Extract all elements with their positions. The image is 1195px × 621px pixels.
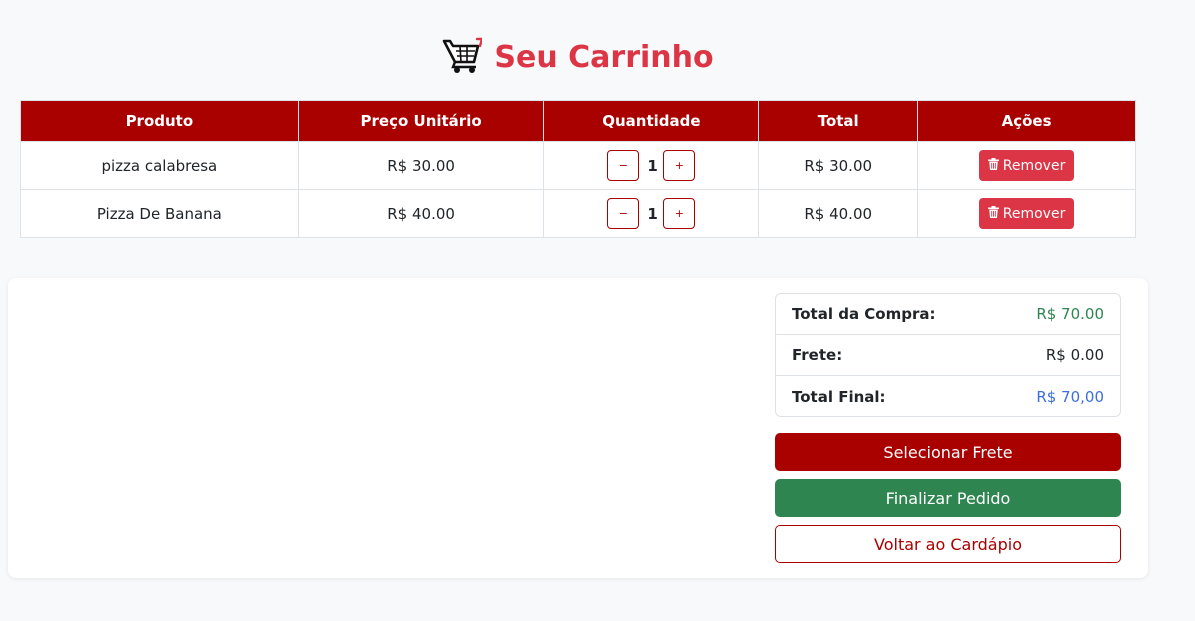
order-summary: Total da Compra: R$ 70.00 Frete: R$ 0.00… xyxy=(775,293,1121,417)
quantity-stepper: − 1 + xyxy=(607,198,696,229)
final-total-value: R$ 70,00 xyxy=(1036,387,1104,406)
subtotal-label: Total da Compra: xyxy=(792,305,936,323)
select-shipping-button[interactable]: Selecionar Frete xyxy=(775,433,1121,471)
finish-order-button[interactable]: Finalizar Pedido xyxy=(775,479,1121,517)
decrease-quantity-button[interactable]: − xyxy=(607,198,640,229)
page-title: Seu Carrinho xyxy=(494,39,714,75)
remove-button[interactable]: Remover xyxy=(978,150,1075,181)
shipping-value: R$ 0.00 xyxy=(1045,346,1104,364)
column-header-product: Produto xyxy=(20,100,299,142)
shipping-label: Frete: xyxy=(792,346,843,364)
row-total: R$ 40.00 xyxy=(758,189,919,238)
quantity-cell: − 1 + xyxy=(543,141,760,190)
unit-price: R$ 30.00 xyxy=(297,141,545,190)
product-name: Pizza De Banana xyxy=(20,189,299,238)
actions-cell: Remover xyxy=(917,189,1136,238)
summary-row-subtotal: Total da Compra: R$ 70.00 xyxy=(776,294,1120,335)
column-header-quantity: Quantidade xyxy=(543,100,760,142)
table-row: Pizza De Banana R$ 40.00 − 1 + R$ 40.00 … xyxy=(20,189,1136,238)
quantity-stepper: − 1 + xyxy=(607,150,696,181)
actions-cell: Remover xyxy=(917,141,1136,190)
summary-row-shipping: Frete: R$ 0.00 xyxy=(776,335,1120,376)
table-row: pizza calabresa R$ 30.00 − 1 + R$ 30.00 … xyxy=(20,141,1136,190)
quantity-value: 1 xyxy=(647,204,658,223)
shopping-cart-icon xyxy=(442,36,484,78)
final-total-label: Total Final: xyxy=(792,387,886,406)
column-header-total: Total xyxy=(758,100,919,142)
page-header: Seu Carrinho xyxy=(0,36,1156,78)
back-to-menu-button[interactable]: Voltar ao Cardápio xyxy=(775,525,1121,563)
product-name: pizza calabresa xyxy=(20,141,299,190)
remove-label: Remover xyxy=(1002,157,1066,174)
decrease-quantity-button[interactable]: − xyxy=(607,150,640,181)
increase-quantity-button[interactable]: + xyxy=(663,150,696,181)
subtotal-value: R$ 70.00 xyxy=(1036,305,1104,323)
column-header-unit-price: Preço Unitário xyxy=(297,100,545,142)
quantity-cell: − 1 + xyxy=(543,189,760,238)
remove-button[interactable]: Remover xyxy=(978,198,1075,229)
row-total: R$ 30.00 xyxy=(758,141,919,190)
column-header-actions: Ações xyxy=(917,100,1136,142)
cart-table: Produto Preço Unitário Quantidade Total … xyxy=(20,100,1136,238)
unit-price: R$ 40.00 xyxy=(297,189,545,238)
summary-row-final: Total Final: R$ 70,00 xyxy=(776,376,1120,417)
trash-icon xyxy=(987,157,999,174)
remove-label: Remover xyxy=(1002,205,1066,222)
trash-icon xyxy=(987,205,999,222)
increase-quantity-button[interactable]: + xyxy=(663,198,696,229)
quantity-value: 1 xyxy=(647,156,658,175)
